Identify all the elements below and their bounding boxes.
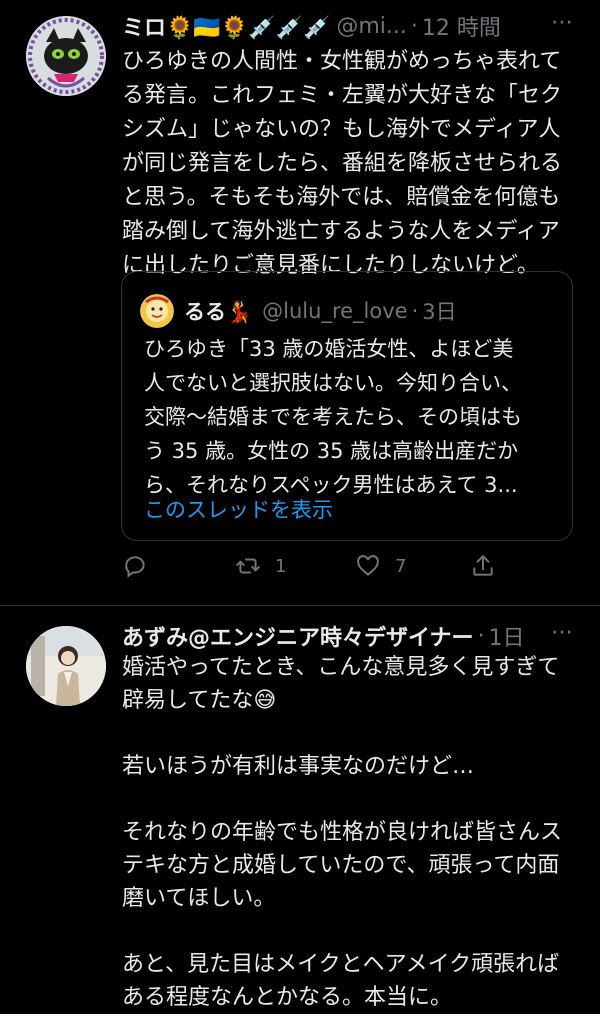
quoted-user-handle[interactable]: @lulu_re_love [262,299,407,323]
reply-icon [125,556,145,578]
retweet-button[interactable]: 1 [235,553,286,579]
quoted-display-name[interactable]: るる💃 [184,296,252,326]
tweet-header: あずみ@エンジニア時々デザイナー · 1日 [122,620,525,652]
retweet-icon [236,558,260,574]
heart-icon [357,555,379,576]
separator-dot: · [410,13,418,39]
avatar-miro[interactable] [26,16,106,96]
show-thread-link[interactable]: このスレッドを表示 [144,494,333,524]
display-name[interactable]: ミロ🌻🇺🇦🌻💉💉💉 [122,10,330,42]
share-button[interactable] [470,553,510,579]
timestamp[interactable]: 12 時間 [422,10,501,42]
ruru-avatar-image [140,294,174,328]
separator-dot: · [477,623,485,649]
timestamp[interactable]: 1日 [489,620,525,652]
share-icon [473,555,493,576]
tweet-header: ミロ🌻🇺🇦🌻💉💉💉 @mi... · 12 時間 [122,10,501,42]
quoted-tweet[interactable]: るる💃 @lulu_re_love · 3日 ひろゆき「33 歳の婚活女性、よほ… [121,271,573,541]
display-name[interactable]: あずみ@エンジニア時々デザイナー [122,620,474,652]
user-handle[interactable]: @mi... [336,14,407,39]
quoted-tweet-text: ひろゆき「33 歳の婚活女性、よほど美 人でないと選択肢はない。今知り合い、 交… [144,337,522,497]
tweet-1[interactable]: ミロ🌻🇺🇦🌻💉💉💉 @mi... · 12 時間 ⋯ ひろゆきの人間性・女性観が… [0,0,600,605]
tweet-actions: 1 7 [122,553,502,587]
reply-button[interactable] [122,553,162,579]
separator-dot: · [411,299,419,323]
like-count: 7 [395,555,407,577]
quoted-tweet-header: るる💃 @lulu_re_love · 3日 [140,294,457,328]
retweet-count: 1 [275,555,287,577]
person-avatar-image [26,626,106,706]
quoted-timestamp[interactable]: 3日 [422,296,456,326]
cat-avatar-image [26,16,106,96]
tweet-text: ひろゆきの人間性・女性観がめっちゃ表れて る発言。これフェミ・左翼が大好きな「セ… [122,49,563,278]
tweet-2[interactable]: あずみ@エンジニア時々デザイナー · 1日 ⋯ 婚活やってたとき、こんな意見多く… [0,606,600,1010]
avatar-ruru[interactable] [140,294,174,328]
like-button[interactable]: 7 [355,553,406,579]
more-options-icon[interactable]: ⋯ [551,620,574,645]
tweet-text: 婚活やってたとき、こんな意見多く見すぎて 辟易してたな😅 若いほうが有利は事実な… [122,655,563,1010]
more-options-icon[interactable]: ⋯ [551,10,574,35]
avatar-azumi[interactable] [26,626,106,706]
